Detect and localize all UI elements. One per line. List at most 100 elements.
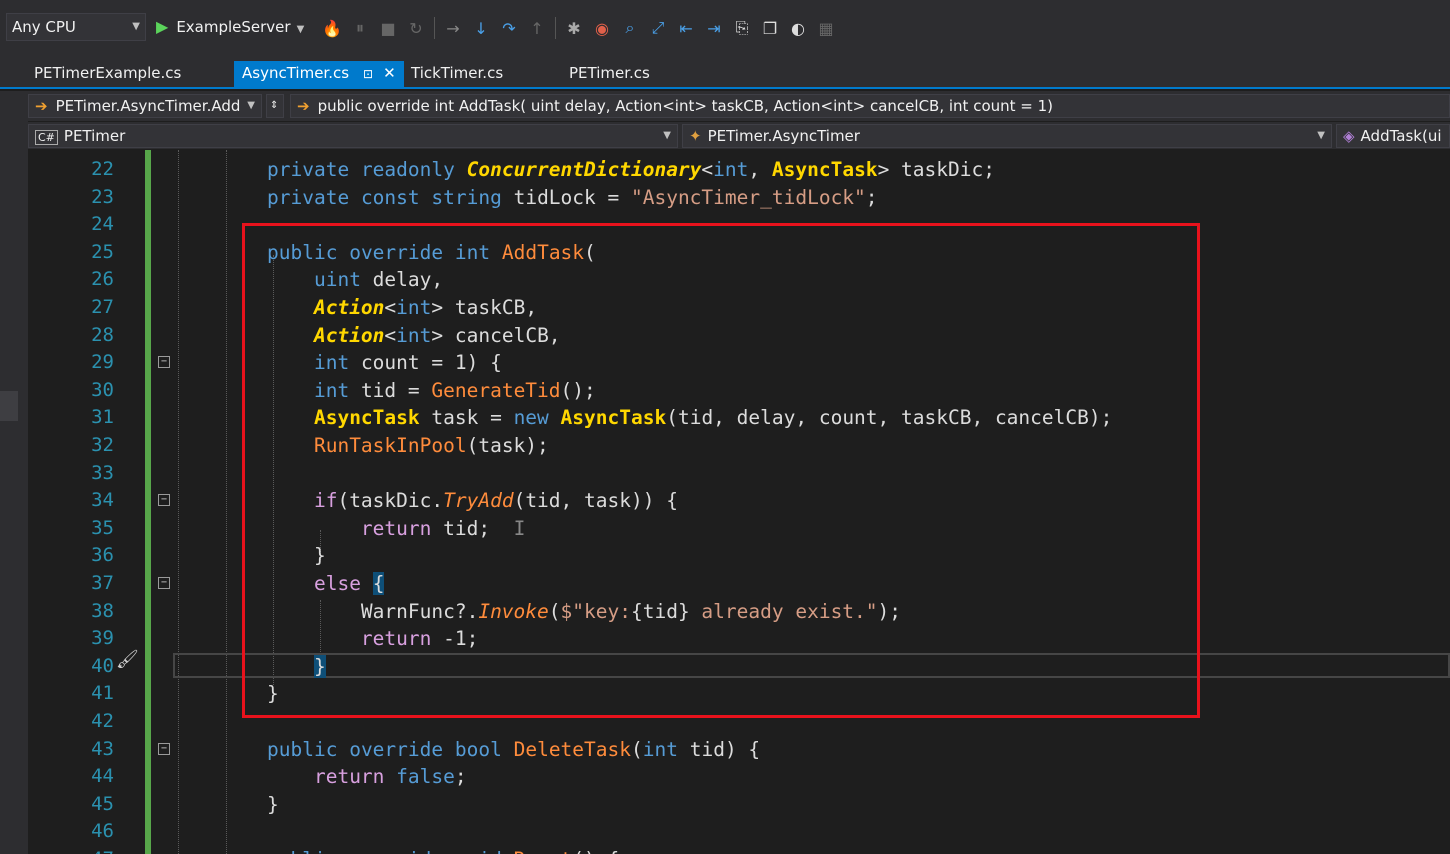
tab-petimerexample[interactable]: PETimerExample.cs [26,61,226,88]
line-number: 28 [91,323,114,346]
debug-toolbar: 🔥 ⏸ ■ ↻ → ↓ ↷ ↑ ✱ ◉ ⌕ ⤢ ⇤ ⇥ ⎘ ❐ ◐ ▦ [318,14,840,42]
stop-icon[interactable]: ■ [374,19,402,38]
chevron-down-icon: ▼ [296,24,305,35]
code-line: 45 } [28,791,1450,819]
tab-label: AsyncTimer.cs [242,64,350,82]
code-text: public override void Reset() { [267,846,619,854]
chevron-down-icon: ▼ [247,100,255,111]
step-out-icon[interactable]: ↑ [523,19,551,38]
find-icon[interactable]: ◉ [588,19,616,38]
code-text: public override bool DeleteTask(int tid)… [267,737,761,761]
outdent-icon[interactable]: ⇥ [700,19,728,38]
collapse-icon[interactable]: − [158,356,170,369]
toolbar-separator [434,17,435,39]
member-scope-dropdown[interactable]: ➔ PETimer.AsyncTimer.Add ▼ [28,94,262,118]
line-number: 30 [91,378,114,401]
window-icon[interactable]: ❐ [756,19,784,38]
tab-label: PETimer.cs [569,64,650,82]
line-number: 36 [91,544,114,567]
line-number: 43 [91,737,114,760]
line-number: 22 [91,158,114,180]
scope-bar: C# PETimer ▼ ✦ PETimer.AsyncTimer ▼ ◈ AddTask… [28,122,1450,149]
chevron-down-icon: ▼ [1317,130,1325,141]
tab-label: PETimerExample.cs [34,64,182,82]
line-number: 23 [91,185,114,208]
code-editor[interactable]: 22 private readonly ConcurrentDictionary… [28,150,1450,854]
format-icon[interactable]: ⤢ [644,18,672,38]
signature-dropdown[interactable]: ➔ public override int AddTask( uint delay… [290,94,1450,118]
arrow-right-icon: ➔ [35,97,48,115]
show-next-statement-icon[interactable]: → [439,19,467,38]
line-number: 35 [91,516,114,539]
hot-reload-icon[interactable]: 🔥 [318,19,346,38]
line-number: 37 [91,572,114,594]
code-text: return false; [313,765,467,789]
tab-asynctimer[interactable]: AsyncTimer.cs ⊡ ✕ [234,61,404,88]
code-text: private readonly ConcurrentDictionary<in… [267,158,995,181]
member-label: AddTask(ui [1360,127,1442,145]
line-number: 32 [91,434,114,456]
pin-icon[interactable]: ⊡ [363,67,373,81]
comment-icon[interactable]: ◐ [784,19,812,38]
step-over-icon[interactable]: ↷ [495,19,523,38]
breakpoint-icon[interactable]: ✱ [560,19,588,38]
tab-label: TickTimer.cs [411,64,504,82]
quick-actions-brush-icon[interactable]: 🖌 [116,649,139,670]
document-tabs: ‹ PETimerExample.cs AsyncTimer.cs⊡✕ Tick… [0,56,1450,136]
collapse-icon[interactable]: − [158,494,170,507]
run-target-label: ExampleServer [176,18,291,36]
tab-petimer[interactable]: PETimer.cs [561,61,711,88]
line-number: 26 [91,268,114,291]
highlight-annotation-box [242,223,1200,718]
play-icon: ▶ [156,17,169,36]
line-number: 24 [91,213,114,236]
toolbar: Any CPU ▼ ▶ ExampleServer ▼ 🔥 ⏸ ■ ↻ → ↓ ↷ … [0,0,1450,56]
line-number: 45 [91,792,114,815]
collapse-icon[interactable]: − [158,577,170,589]
platform-dropdown[interactable]: Any CPU ▼ [6,13,146,41]
scroll-stepper[interactable]: ⇕ [266,94,284,118]
code-line: 22 private readonly ConcurrentDictionary… [28,156,1450,184]
indent-icon[interactable]: ⇤ [672,19,700,38]
line-number: 33 [91,461,114,484]
tab-ticktimer[interactable]: TickTimer.cs [403,61,553,88]
line-number: 34 [91,489,114,512]
code-text: } [267,792,279,816]
member-dropdown[interactable]: ◈ AddTask(ui [1336,124,1450,148]
step-into-icon[interactable]: ↓ [467,19,495,38]
pause-icon[interactable]: ⏸ [346,18,374,38]
class-icon: ✦ [689,127,702,145]
csharp-project-icon: C# [35,130,58,145]
code-line: 44 return false; [28,763,1450,791]
code-line: 43 − public override bool DeleteTask(int… [28,736,1450,764]
member-scope-label: PETimer.AsyncTimer.Add [55,97,241,115]
collapsed-panel-tab[interactable] [0,391,18,421]
bookmark-icon[interactable]: ⎘ [728,18,756,38]
chevron-down-icon: ▼ [132,21,140,32]
line-number: 27 [91,296,114,318]
code-line: 46 [28,818,1450,846]
project-label: PETimer [63,127,126,145]
more-icon[interactable]: ▦ [812,19,840,38]
search-icon[interactable]: ⌕ [616,18,644,38]
restart-icon[interactable]: ↻ [402,19,430,38]
start-debug-button[interactable]: ▶ ExampleServer ▼ [156,14,304,42]
signature-label: public override int AddTask( uint delay,… [317,97,1054,115]
line-number: 41 [91,682,114,705]
line-number: 31 [91,406,114,429]
left-side-panel [0,91,28,854]
toolbar-separator [555,17,556,39]
code-line: 23 private const string tidLock = "Async… [28,184,1450,212]
line-number: 46 [91,820,114,843]
project-dropdown[interactable]: C# PETimer ▼ [28,124,678,148]
line-number: 42 [91,710,114,732]
line-number: 25 [91,240,114,263]
line-number: 29 [91,351,114,374]
type-label: PETimer.AsyncTimer [707,127,860,145]
type-dropdown[interactable]: ✦ PETimer.AsyncTimer ▼ [682,124,1332,148]
line-number: 44 [91,765,114,788]
arrow-right-icon: ➔ [297,97,310,115]
collapse-icon[interactable]: − [158,742,170,755]
close-icon[interactable]: ✕ [383,64,396,82]
line-number: 38 [91,599,114,622]
